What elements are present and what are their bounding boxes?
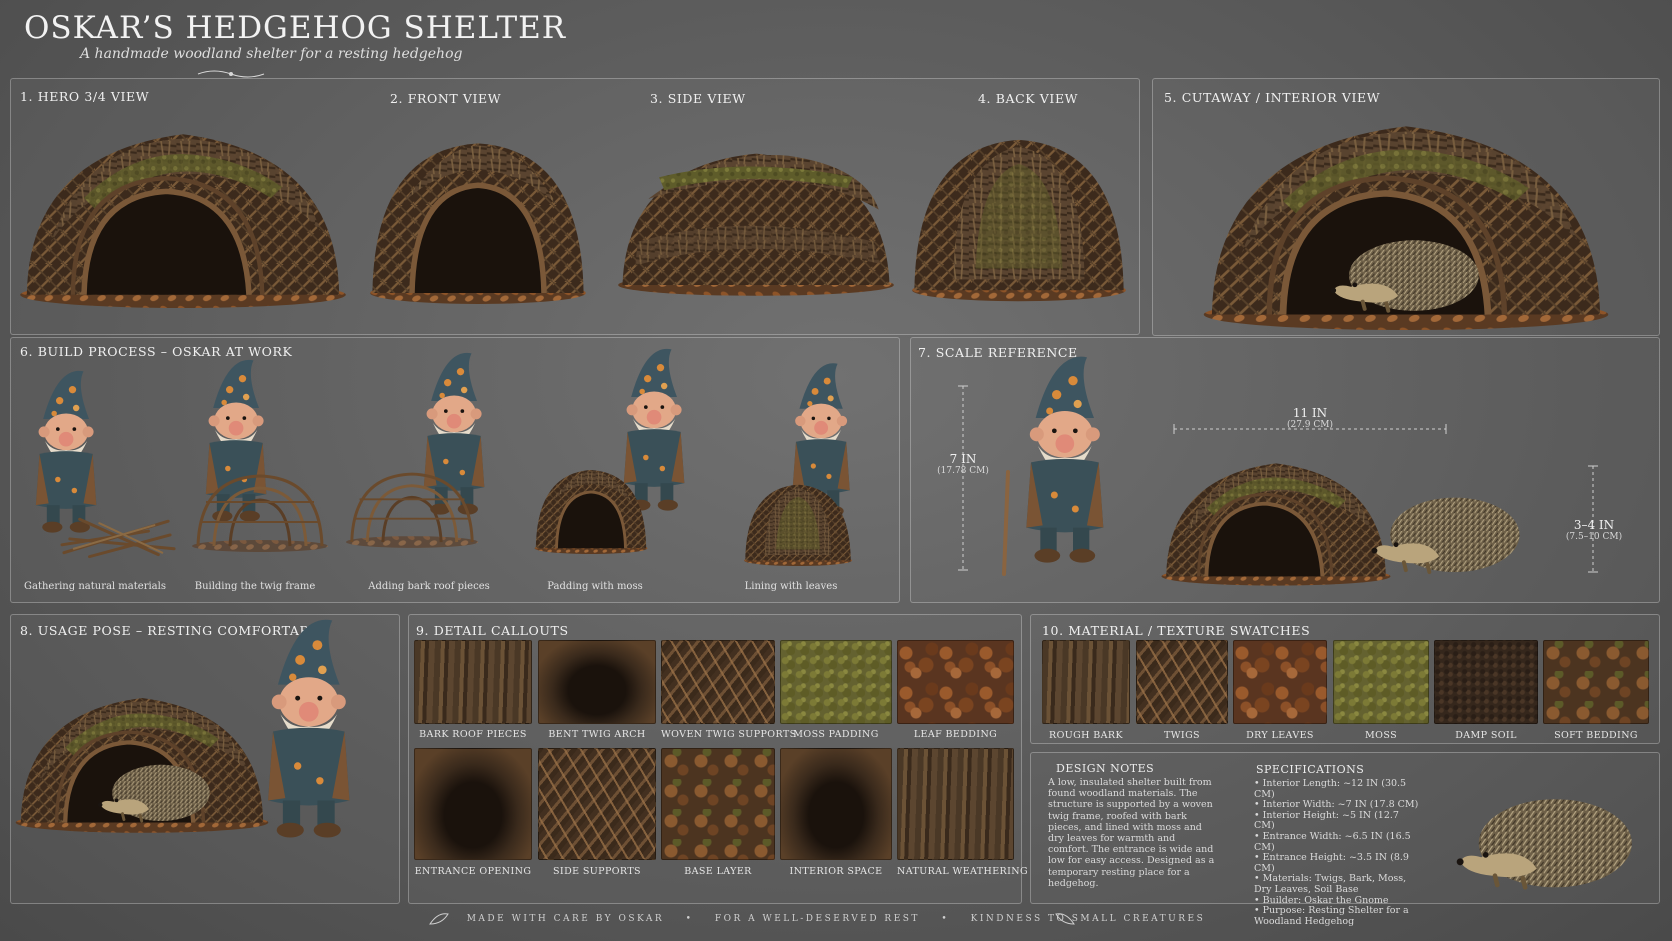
material-swatches-title: 10. MATERIAL / TEXTURE SWATCHES	[1042, 623, 1311, 638]
detail-weathering-thumb[interactable]	[897, 748, 1014, 860]
back-view-title: 4. BACK VIEW	[978, 91, 1079, 106]
build-step-2-caption: Building the twig frame	[194, 581, 316, 592]
hero-shelter-image[interactable]	[18, 104, 348, 314]
notes-hedgehog-image[interactable]	[1446, 776, 1646, 892]
footer-leaf-right-icon	[1055, 913, 1075, 925]
footer-text: MADE WITH CARE BY OSKAR • FOR A WELL-DES…	[0, 914, 1672, 924]
gnome-staff	[1002, 470, 1010, 576]
swatch-caption-6: SOFT BEDDING	[1554, 730, 1638, 741]
build-step-3-frame-image	[344, 468, 480, 550]
build-step-5-caption: Lining with leaves	[744, 581, 838, 592]
swatch-caption-1: ROUGH BARK	[1049, 730, 1123, 741]
scale-shelter-image[interactable]	[1160, 446, 1392, 586]
detail-caption-4: MOSS PADDING	[793, 729, 879, 740]
build-step-2-frame-image	[190, 472, 330, 552]
footer-separator-2: •	[941, 914, 950, 924]
detail-caption-3: WOVEN TWIG SUPPORTS	[661, 729, 797, 740]
build-step-1-twigs-image	[60, 508, 178, 560]
detail-caption-2: BENT TWIG ARCH	[548, 729, 646, 740]
design-notes-title: DESIGN NOTES	[1056, 762, 1155, 775]
swatch-twigs[interactable]	[1136, 640, 1228, 724]
hedgehog-height-cm: (7.5–10 CM)	[1565, 532, 1623, 542]
hedgehog-height-value: 3–4 IN	[1573, 518, 1615, 532]
build-step-4-shelter-image	[516, 462, 666, 554]
detail-moss-padding-thumb[interactable]	[780, 640, 892, 724]
usage-gnome-image[interactable]	[236, 618, 384, 840]
front-shelter-image[interactable]	[368, 126, 588, 306]
detail-caption-9: INTERIOR SPACE	[789, 866, 883, 877]
build-step-3-caption: Adding bark roof pieces	[368, 581, 490, 592]
swatch-caption-5: DAMP SOIL	[1455, 730, 1517, 741]
swatch-caption-2: TWIGS	[1164, 730, 1200, 741]
usage-hedgehog-image	[90, 750, 220, 824]
swatch-moss[interactable]	[1333, 640, 1429, 724]
swatch-soft-bedding[interactable]	[1543, 640, 1649, 724]
swatch-damp-soil[interactable]	[1434, 640, 1538, 724]
hero-view-title: 1. HERO 3/4 VIEW	[20, 89, 150, 104]
spec-item: Interior Length: ~12 IN (30.5 CM)	[1254, 778, 1420, 800]
footer-right: KINDNESS TO SMALL CREATURES	[970, 914, 1206, 924]
gnome-height-dimension: 7 IN (17.78 CM)	[928, 452, 998, 476]
gnome-height-line	[958, 385, 968, 571]
detail-entrance-thumb[interactable]	[414, 748, 532, 860]
front-view-title: 2. FRONT VIEW	[390, 91, 502, 106]
detail-woven-twig-thumb[interactable]	[661, 640, 775, 724]
specifications-title: SPECIFICATIONS	[1256, 763, 1365, 776]
detail-callouts-title: 9. DETAIL CALLOUTS	[416, 623, 569, 638]
footer-left: MADE WITH CARE BY OSKAR	[466, 914, 665, 924]
side-view-title: 3. SIDE VIEW	[650, 91, 746, 106]
detail-side-supports-thumb[interactable]	[538, 748, 656, 860]
build-step-5-shelter-image	[710, 478, 886, 566]
side-shelter-image[interactable]	[616, 130, 896, 300]
spec-item: Materials: Twigs, Bark, Moss, Dry Leaves…	[1254, 873, 1420, 895]
detail-leaf-bedding-thumb[interactable]	[897, 640, 1014, 724]
build-step-4-caption: Padding with moss	[547, 581, 643, 592]
spec-item: Interior Height: ~5 IN (12.7 CM)	[1254, 810, 1420, 832]
scale-hedgehog-image[interactable]	[1368, 478, 1526, 576]
swatch-rough-bark[interactable]	[1042, 640, 1130, 724]
detail-interior-thumb[interactable]	[780, 748, 892, 860]
detail-caption-6: ENTRANCE OPENING	[414, 866, 532, 877]
spec-item: Entrance Height: ~3.5 IN (8.9 CM)	[1254, 852, 1420, 874]
specifications-list: Interior Length: ~12 IN (30.5 CM) Interi…	[1254, 778, 1420, 927]
gnome-height-cm: (17.78 CM)	[937, 466, 989, 476]
detail-caption-8: BASE LAYER	[684, 866, 752, 877]
page-title: OSKAR’S HEDGEHOG SHELTER	[24, 10, 567, 46]
swatch-caption-3: DRY LEAVES	[1246, 730, 1314, 741]
swatch-caption-4: MOSS	[1365, 730, 1397, 741]
build-step-1-caption: Gathering natural materials	[24, 581, 166, 592]
cutaway-shelter-image[interactable]	[1160, 98, 1652, 330]
detail-bent-twig-arch-thumb[interactable]	[538, 640, 656, 724]
detail-caption-10: NATURAL WEATHERING	[897, 866, 1028, 877]
gnome-height-value: 7 IN	[949, 452, 977, 466]
detail-caption-7: SIDE SUPPORTS	[553, 866, 641, 877]
shelter-length-cm: (27.9 CM)	[1286, 420, 1334, 430]
page-subtitle: A handmade woodland shelter for a restin…	[80, 46, 463, 62]
hedgehog-height-dimension: 3–4 IN (7.5–10 CM)	[1554, 518, 1634, 542]
spec-item: Entrance Width: ~6.5 IN (16.5 CM)	[1254, 831, 1420, 853]
shelter-length-value: 11 IN	[1292, 406, 1328, 420]
detail-caption-1: BARK ROOF PIECES	[419, 729, 527, 740]
design-notes-body: A low, insulated shelter built from foun…	[1048, 777, 1215, 889]
detail-bark-roof-thumb[interactable]	[414, 640, 532, 724]
footer-middle: FOR A WELL-DESERVED REST	[714, 914, 920, 924]
back-shelter-image[interactable]	[910, 124, 1128, 304]
detail-caption-5: LEAF BEDDING	[913, 729, 998, 740]
swatch-dry-leaves[interactable]	[1233, 640, 1327, 724]
detail-base-layer-thumb[interactable]	[661, 748, 775, 860]
shelter-length-dimension: 11 IN (27.9 CM)	[1260, 406, 1360, 430]
footer-separator-1: •	[685, 914, 694, 924]
